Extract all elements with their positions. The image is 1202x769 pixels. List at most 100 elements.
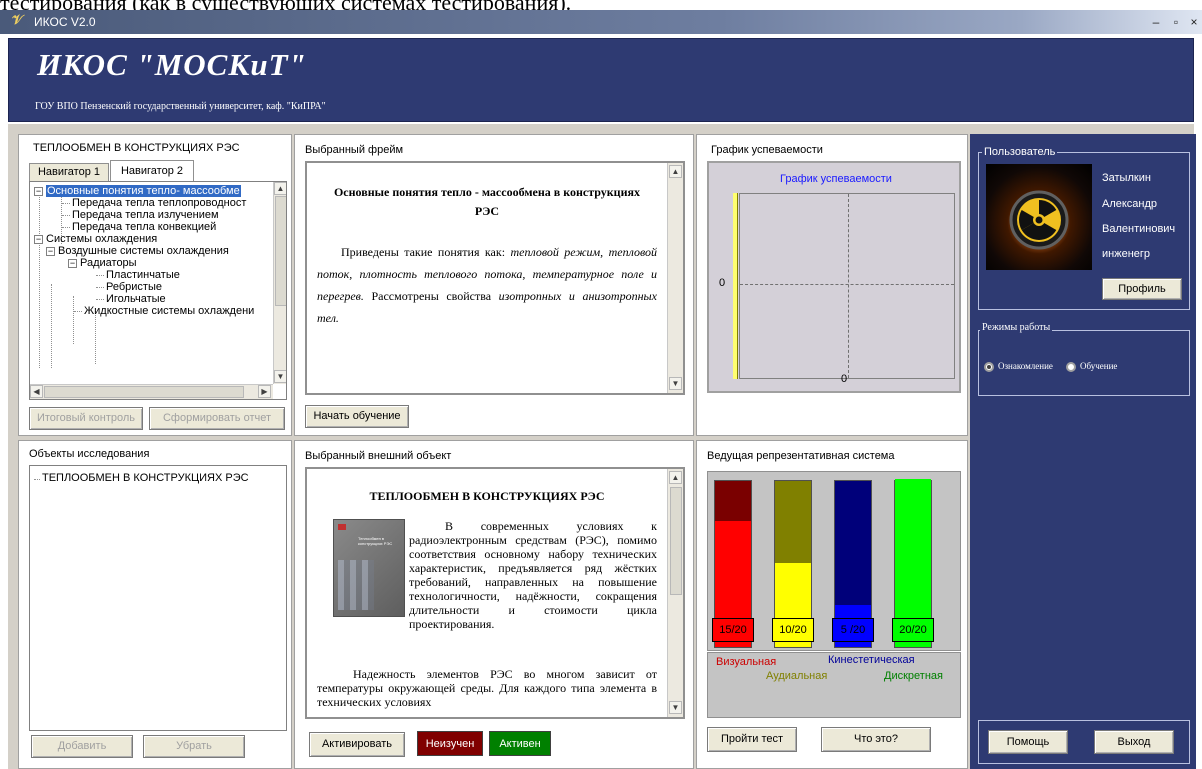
rep-system-chart: 15/20 10/20 5 /20 20/20 bbox=[707, 471, 961, 651]
tree-scrollbar-vertical[interactable]: ▲ ▼ bbox=[273, 182, 286, 384]
collapse-icon[interactable]: − bbox=[34, 186, 43, 196]
objects-list: ТЕПЛООБМЕН В КОНСТРУКЦИЯХ РЭС bbox=[29, 465, 287, 731]
frame-content: Основные понятия тепло - массообмена в к… bbox=[305, 161, 685, 395]
selected-frame-panel: Выбранный фрейм Основные понятия тепло -… bbox=[294, 134, 694, 436]
external-scrollbar[interactable]: ▲ ▼ bbox=[667, 469, 683, 717]
collapse-icon[interactable]: − bbox=[46, 246, 55, 256]
objects-panel: Объекты исследования ТЕПЛООБМЕН В КОНСТР… bbox=[18, 440, 292, 769]
tree-item[interactable]: Игольчатые bbox=[106, 293, 166, 305]
rep-system-legend: Визуальная Кинестетическая Аудиальная Ди… bbox=[707, 652, 961, 718]
navigator-tree: − Основные понятия тепло- массообме Перед… bbox=[29, 181, 287, 400]
progress-chart-inner-title: График успеваемости bbox=[780, 173, 892, 185]
frame-scrollbar[interactable]: ▲ ▼ bbox=[667, 163, 683, 393]
user-group-label: Пользователь bbox=[982, 146, 1058, 158]
user-position: инженегр bbox=[1102, 248, 1151, 260]
tree-item[interactable]: − Радиаторы bbox=[68, 257, 137, 269]
help-button[interactable]: Помощь bbox=[988, 730, 1068, 754]
bar-kinesthetic-label: 5 /20 bbox=[832, 618, 874, 642]
add-button[interactable]: Добавить bbox=[31, 735, 133, 758]
legend-visual: Визуальная bbox=[716, 656, 777, 668]
external-heading: ТЕПЛООБМЕН В КОНСТРУКЦИЯХ РЭС bbox=[369, 489, 605, 503]
frame-text: Приведены такие понятия как: тепловой ре… bbox=[317, 245, 657, 325]
final-control-button[interactable]: Итоговый контроль bbox=[29, 407, 143, 430]
radiation-icon bbox=[1009, 190, 1069, 250]
external-title: Выбранный внешний объект bbox=[305, 450, 452, 462]
right-sidebar: Пользователь Затылкин Александр Валентин… bbox=[970, 134, 1196, 769]
modes-group-label: Режимы работы bbox=[980, 322, 1053, 333]
x-tick-label: 0 bbox=[841, 373, 848, 385]
app-icon: 𝒱 bbox=[12, 12, 23, 27]
tree-item[interactable]: − Воздушные системы охлаждения bbox=[46, 245, 229, 257]
external-paragraph-2: Надежность элементов РЭС во многом завис… bbox=[317, 667, 657, 709]
scroll-up-icon[interactable]: ▲ bbox=[274, 182, 286, 195]
tree-item[interactable]: − Системы охлаждения bbox=[34, 233, 157, 245]
bar-auditory-label: 10/20 bbox=[772, 618, 814, 642]
close-button[interactable]: × bbox=[1186, 14, 1202, 30]
avatar bbox=[986, 164, 1092, 270]
profile-button[interactable]: Профиль bbox=[1102, 278, 1182, 300]
legend-auditory: Аудиальная bbox=[766, 670, 828, 682]
app-title: ИКОС "МОСКиТ" bbox=[37, 47, 307, 82]
what-is-this-button[interactable]: Что это? bbox=[821, 727, 931, 752]
tree-item[interactable]: Передача тепла конвекцией bbox=[72, 221, 216, 233]
mode-familiarization-label[interactable]: Ознакомление bbox=[998, 361, 1053, 371]
frame-title: Выбранный фрейм bbox=[305, 144, 404, 156]
progress-chart: График успеваемости 0 0 bbox=[707, 161, 961, 393]
collapse-icon[interactable]: − bbox=[68, 258, 77, 268]
minimize-button[interactable]: – bbox=[1148, 14, 1164, 30]
tree-item[interactable]: Жидкостные системы охлаждени bbox=[84, 305, 254, 317]
mode-training-label[interactable]: Обучение bbox=[1080, 361, 1117, 371]
scroll-thumb[interactable] bbox=[670, 487, 682, 595]
scroll-left-icon[interactable]: ◀ bbox=[30, 385, 43, 398]
external-content: ТЕПЛООБМЕН В КОНСТРУКЦИЯХ РЭС Теплообмен… bbox=[305, 467, 685, 719]
progress-chart-panel: График успеваемости График успеваемости … bbox=[696, 134, 968, 436]
tree-item[interactable]: − Основные понятия тепло- массообме bbox=[34, 185, 241, 197]
tree-scrollbar-horizontal[interactable]: ◀ ▶ bbox=[30, 384, 273, 399]
app-subtitle: ГОУ ВПО Пензенский государственный униве… bbox=[35, 101, 326, 112]
user-first-name: Александр bbox=[1102, 198, 1158, 210]
mode-training-radio[interactable] bbox=[1066, 362, 1076, 372]
external-paragraph-1: В современных условиях к радиоэлектронны… bbox=[409, 519, 657, 631]
start-training-button[interactable]: Начать обучение bbox=[305, 405, 409, 428]
y-axis-bar bbox=[733, 193, 738, 379]
scroll-thumb[interactable] bbox=[44, 386, 244, 398]
window-titlebar: 𝒱 ИКОС V2.0 – ▫ × bbox=[0, 10, 1202, 34]
scroll-right-icon[interactable]: ▶ bbox=[258, 385, 271, 398]
tree-item[interactable]: Передача тепла теплопроводност bbox=[72, 197, 246, 209]
list-item[interactable]: ТЕПЛООБМЕН В КОНСТРУКЦИЯХ РЭС bbox=[42, 472, 249, 484]
take-test-button[interactable]: Пройти тест bbox=[707, 727, 797, 752]
header-banner: ИКОС "МОСКиТ" ГОУ ВПО Пензенский государ… bbox=[8, 38, 1194, 122]
status-active-badge[interactable]: Активен bbox=[489, 731, 551, 756]
activate-button[interactable]: Активировать bbox=[309, 732, 405, 757]
remove-button[interactable]: Убрать bbox=[143, 735, 245, 758]
scroll-down-icon[interactable]: ▼ bbox=[669, 377, 682, 390]
scroll-thumb[interactable] bbox=[275, 196, 286, 306]
legend-kinesthetic: Кинестетическая bbox=[828, 654, 915, 666]
user-last-name: Затылкин bbox=[1102, 172, 1151, 184]
progress-chart-title: График успеваемости bbox=[711, 144, 823, 156]
mode-familiarization-radio[interactable] bbox=[984, 362, 994, 372]
tree-item[interactable]: Передача тепла излучением bbox=[72, 209, 219, 221]
status-unstudied-badge[interactable]: Неизучен bbox=[417, 731, 483, 756]
generate-report-button[interactable]: Сформировать отчет bbox=[149, 407, 285, 430]
bar-visual-label: 15/20 bbox=[712, 618, 754, 642]
exit-button[interactable]: Выход bbox=[1094, 730, 1174, 754]
tree-item[interactable]: Ребристые bbox=[106, 281, 162, 293]
navigator-panel: ТЕПЛООБМЕН В КОНСТРУКЦИЯХ РЭС Навигатор … bbox=[18, 134, 292, 436]
plot-area bbox=[739, 193, 955, 379]
tree-item[interactable]: Пластинчатые bbox=[106, 269, 180, 281]
bar-discrete-label: 20/20 bbox=[892, 618, 934, 642]
scroll-down-icon[interactable]: ▼ bbox=[274, 370, 286, 383]
external-object-panel: Выбранный внешний объект ТЕПЛООБМЕН В КО… bbox=[294, 440, 694, 769]
tab-navigator-2[interactable]: Навигатор 2 bbox=[110, 160, 194, 182]
maximize-button[interactable]: ▫ bbox=[1168, 14, 1184, 30]
legend-discrete: Дискретная bbox=[884, 670, 943, 682]
scroll-down-icon[interactable]: ▼ bbox=[669, 701, 682, 714]
scroll-up-icon[interactable]: ▲ bbox=[669, 165, 682, 178]
collapse-icon[interactable]: − bbox=[34, 234, 43, 244]
tab-navigator-1[interactable]: Навигатор 1 bbox=[29, 163, 109, 181]
scroll-up-icon[interactable]: ▲ bbox=[669, 471, 682, 484]
rep-system-panel: Ведущая репрезентативная система 15/20 10… bbox=[696, 440, 968, 769]
frame-heading: Основные понятия тепло - массообмена в к… bbox=[333, 185, 641, 218]
window-title: ИКОС V2.0 bbox=[34, 15, 96, 29]
